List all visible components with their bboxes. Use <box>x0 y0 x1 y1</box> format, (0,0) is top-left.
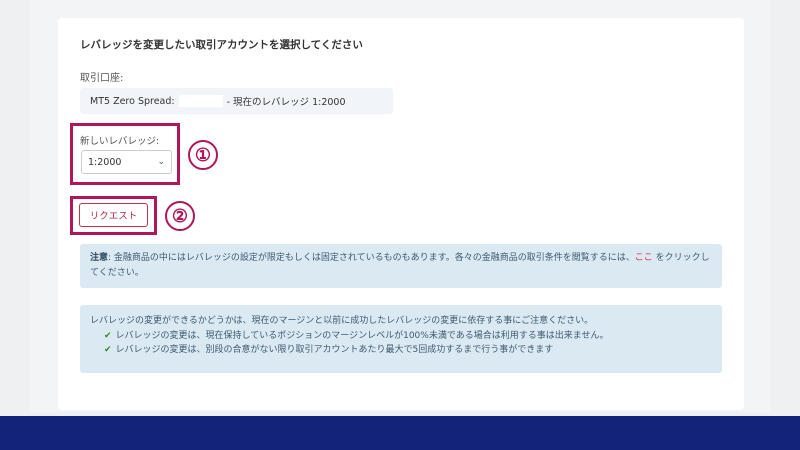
notice-link[interactable]: ここ <box>635 253 653 263</box>
leverage-select-value: 1:2000 <box>88 156 122 168</box>
info-item-text: レバレッジの変更は、別段の合意がない限り取引アカウントあたり最大で5回成功するま… <box>115 345 554 355</box>
footer-bar <box>0 416 800 450</box>
step-marker-2: ② <box>165 201 195 231</box>
notice-bold-label: 注意 <box>90 253 109 263</box>
account-name: MT5 Zero Spread: <box>90 95 175 107</box>
account-current-leverage: - 現在のレバレッジ 1:2000 <box>226 97 346 108</box>
step-marker-1: ① <box>188 140 218 170</box>
form-title: レバレッジを変更したい取引アカウントを選択してください <box>80 39 363 51</box>
notice-text-a: : 金融商品の中にはレバレッジの設定が限定もしくは固定されているものもあります。… <box>108 253 635 263</box>
account-number-redaction <box>178 95 223 107</box>
new-leverage-label: 新しいレバレッジ: <box>80 136 160 147</box>
notice-box: 注意: 金融商品の中にはレバレッジの設定が限定もしくは固定されているものもありま… <box>80 244 722 288</box>
info-item: ✔ レバレッジの変更は、現在保持しているポジションのマージンレベルが100%未満で… <box>90 329 712 344</box>
info-item: ✔ レバレッジの変更は、別段の合意がない限り取引アカウントあたり最大で5回成功する… <box>90 343 712 358</box>
info-item-text: レバレッジの変更は、現在保持しているポジションのマージンレベルが100%未満であ… <box>115 330 609 341</box>
info-intro: レバレッジの変更ができるかどうかは、現在のマージンと以前に成功したレバレッジの変… <box>90 316 594 326</box>
chevron-down-icon: ⌄ <box>157 157 165 167</box>
check-icon: ✔ <box>104 345 112 355</box>
leverage-select[interactable]: 1:2000 ⌄ <box>81 150 172 174</box>
request-button[interactable]: リクエスト <box>79 203 148 227</box>
account-field[interactable]: MT5 Zero Spread: - 現在のレバレッジ 1:2000 <box>80 88 393 114</box>
info-box: レバレッジの変更ができるかどうかは、現在のマージンと以前に成功したレバレッジの変… <box>80 305 722 373</box>
account-label: 取引口座: <box>80 73 124 84</box>
check-icon: ✔ <box>104 330 112 341</box>
